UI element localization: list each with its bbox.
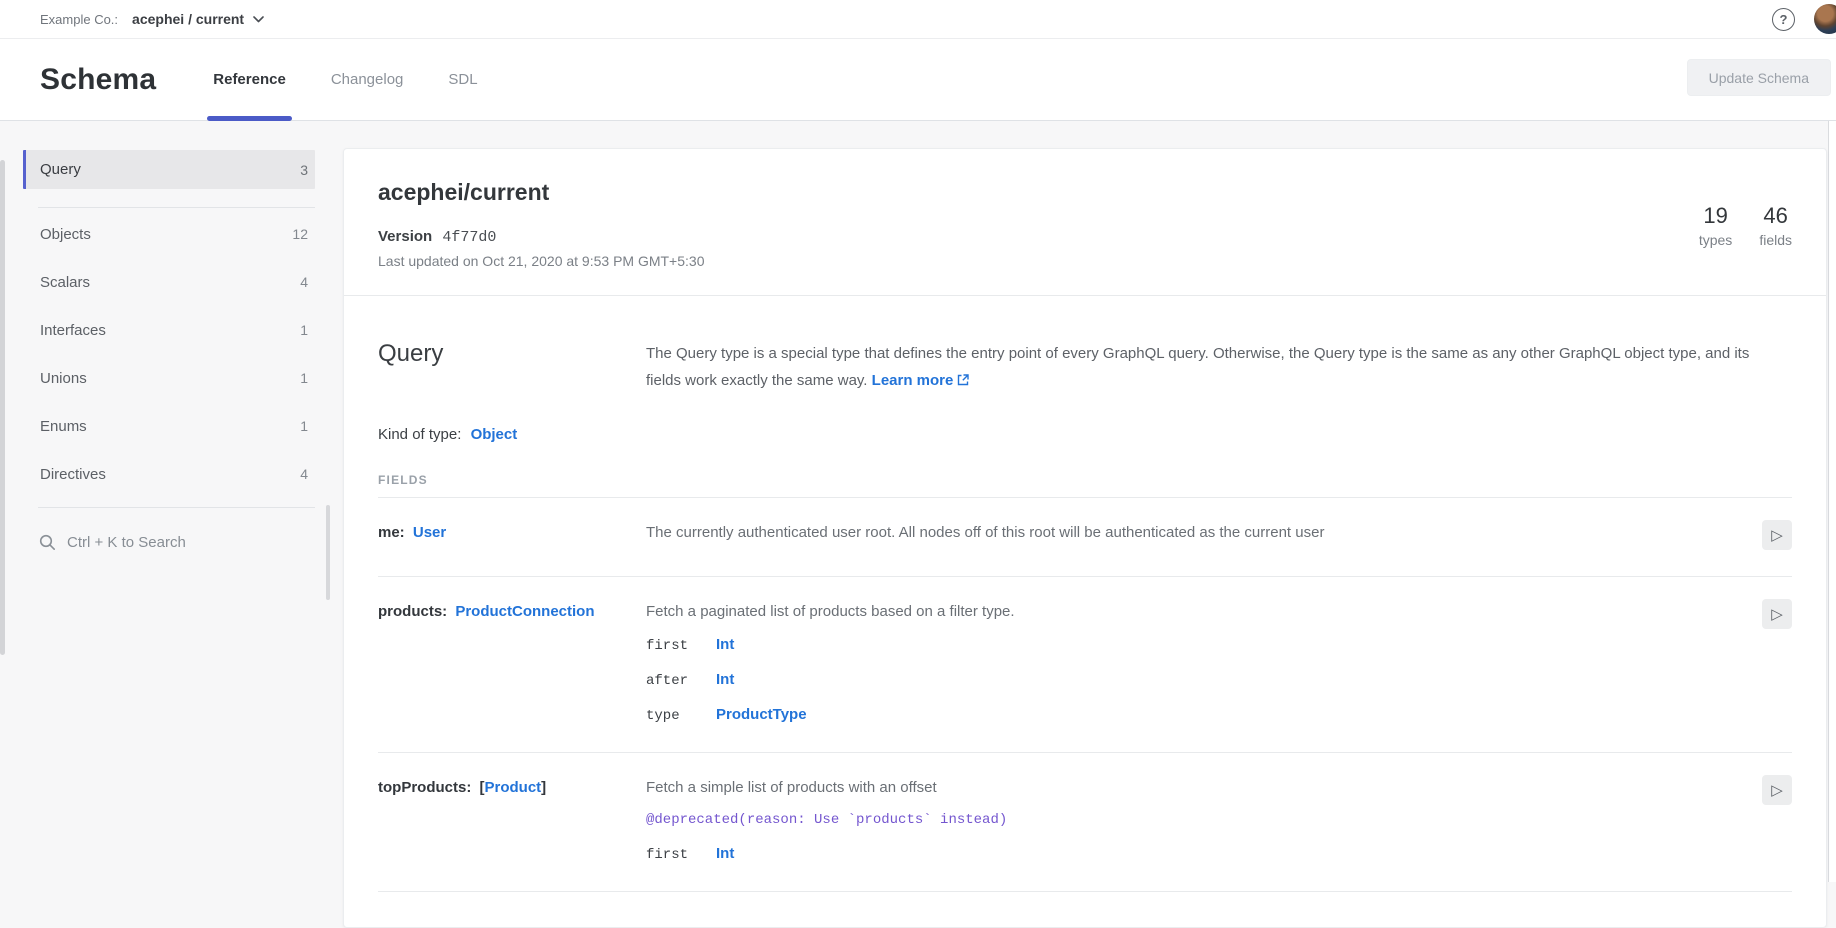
sidebar-item-interfaces[interactable]: Interfaces 1 xyxy=(23,306,315,354)
run-in-explorer-button[interactable]: ▷ xyxy=(1762,775,1792,805)
sidebar-item-unions[interactable]: Unions 1 xyxy=(23,354,315,402)
field-arguments: first Int xyxy=(646,844,1752,865)
org-label: Example Co.: xyxy=(40,12,118,27)
top-bar: Example Co.: acephei / current ? xyxy=(0,0,1836,39)
sidebar-item-query[interactable]: Query 3 xyxy=(23,150,315,189)
field-description: Fetch a simple list of products with an … xyxy=(646,778,1752,797)
sidebar-item-count: 4 xyxy=(300,274,308,290)
page-scrollbar[interactable] xyxy=(1828,121,1836,882)
type-name: Query xyxy=(378,340,646,394)
sidebar-item-count: 1 xyxy=(300,322,308,338)
graph-title: acephei/current xyxy=(378,179,1792,206)
tab-bar: Reference Changelog SDL xyxy=(213,39,477,120)
sidebar-item-count: 3 xyxy=(300,162,308,178)
field-type-link[interactable]: ProductConnection xyxy=(455,603,594,620)
update-schema-button[interactable]: Update Schema xyxy=(1687,59,1831,96)
sidebar-item-label: Unions xyxy=(40,370,87,387)
field-name: me: User xyxy=(378,523,646,542)
sidebar-item-label: Directives xyxy=(40,466,106,483)
type-description: The Query type is a special type that de… xyxy=(646,340,1761,394)
page-header: Schema Reference Changelog SDL Update Sc… xyxy=(0,39,1836,121)
field-row-topproducts: topProducts: [Product] Fetch a simple li… xyxy=(378,753,1792,892)
sidebar-divider xyxy=(38,207,315,208)
schema-reference-card: acephei/current Version 4f77d0 Last upda… xyxy=(343,148,1827,928)
field-description: The currently authenticated user root. A… xyxy=(646,523,1752,542)
sidebar-item-label: Objects xyxy=(40,226,91,243)
graph-summary: acephei/current Version 4f77d0 Last upda… xyxy=(344,149,1826,296)
chevron-down-icon xyxy=(253,16,264,23)
tab-changelog[interactable]: Changelog xyxy=(331,39,404,120)
last-updated: Last updated on Oct 21, 2020 at 9:53 PM … xyxy=(378,253,1792,269)
kind-type-link[interactable]: Object xyxy=(471,426,518,443)
argument-type-link[interactable]: Int xyxy=(716,670,734,689)
kind-of-type: Kind of type: Object xyxy=(378,426,1792,443)
type-section: Query The Query type is a special type t… xyxy=(344,340,1826,892)
tab-reference[interactable]: Reference xyxy=(213,39,286,120)
play-icon: ▷ xyxy=(1771,607,1783,622)
field-description: Fetch a paginated list of products based… xyxy=(646,602,1752,621)
search-icon xyxy=(39,534,56,551)
deprecated-annotation: @deprecated(reason: Use `products` inste… xyxy=(646,811,1752,830)
fields-count: 46 fields xyxy=(1759,203,1792,248)
sidebar-item-objects[interactable]: Objects 12 xyxy=(23,210,315,258)
argument-type-link[interactable]: ProductType xyxy=(716,705,807,724)
search-hint: Ctrl + K to Search xyxy=(67,534,186,551)
field-type-link[interactable]: [Product] xyxy=(480,779,547,796)
field-type-link[interactable]: User xyxy=(413,524,446,541)
version-value: 4f77d0 xyxy=(442,229,496,246)
page-title: Schema xyxy=(40,63,156,97)
user-avatar[interactable] xyxy=(1814,4,1836,34)
sidebar-item-label: Enums xyxy=(40,418,87,435)
field-arguments: first Int after Int type ProductType xyxy=(646,635,1752,726)
argument-row: type ProductType xyxy=(646,705,1752,726)
external-link-icon xyxy=(957,374,969,386)
help-button[interactable]: ? xyxy=(1772,8,1795,31)
sidebar-item-scalars[interactable]: Scalars 4 xyxy=(23,258,315,306)
help-icon: ? xyxy=(1780,12,1788,27)
schema-stats: 19 types 46 fields xyxy=(1699,203,1792,248)
graph-selector-label: acephei / current xyxy=(132,11,244,27)
field-name: topProducts: [Product] xyxy=(378,778,646,797)
learn-more-link[interactable]: Learn more xyxy=(872,372,970,389)
field-row-me: me: User The currently authenticated use… xyxy=(378,498,1792,577)
sidebar-divider xyxy=(38,507,315,508)
run-in-explorer-button[interactable]: ▷ xyxy=(1762,520,1792,550)
play-icon: ▷ xyxy=(1771,783,1783,798)
sidebar-item-label: Query xyxy=(40,161,81,178)
schema-sidebar: Query 3 Objects 12 Scalars 4 Interfaces … xyxy=(23,150,315,554)
field-row-products: products: ProductConnection Fetch a pagi… xyxy=(378,577,1792,753)
sidebar-item-label: Scalars xyxy=(40,274,90,291)
field-name: products: ProductConnection xyxy=(378,602,646,621)
version-label: Version xyxy=(378,228,432,245)
left-scrollbar-thumb[interactable] xyxy=(0,160,5,655)
schema-search[interactable]: Ctrl + K to Search xyxy=(23,530,315,554)
run-in-explorer-button[interactable]: ▷ xyxy=(1762,599,1792,629)
sidebar-item-directives[interactable]: Directives 4 xyxy=(23,450,315,498)
tab-sdl[interactable]: SDL xyxy=(448,39,477,120)
sidebar-item-count: 1 xyxy=(300,370,308,386)
argument-row: first Int xyxy=(646,844,1752,865)
types-count: 19 types xyxy=(1699,203,1732,248)
sidebar-item-label: Interfaces xyxy=(40,322,106,339)
fields-section-label: FIELDS xyxy=(378,473,1792,498)
play-icon: ▷ xyxy=(1771,528,1783,543)
sidebar-item-count: 4 xyxy=(300,466,308,482)
argument-type-link[interactable]: Int xyxy=(716,635,734,654)
graph-selector[interactable]: acephei / current xyxy=(132,11,264,27)
sidebar-item-enums[interactable]: Enums 1 xyxy=(23,402,315,450)
sidebar-item-count: 1 xyxy=(300,418,308,434)
sidebar-item-count: 12 xyxy=(292,226,308,242)
content-scrollbar-thumb[interactable] xyxy=(326,505,330,600)
argument-row: after Int xyxy=(646,670,1752,691)
argument-row: first Int xyxy=(646,635,1752,656)
argument-type-link[interactable]: Int xyxy=(716,844,734,863)
